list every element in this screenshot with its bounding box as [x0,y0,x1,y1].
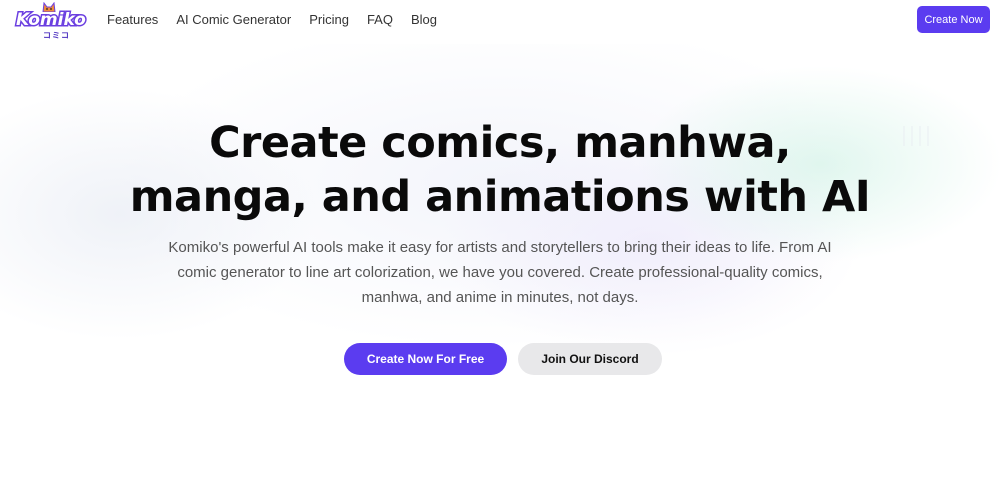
nav-link-features[interactable]: Features [107,12,158,28]
nav-link-ai-comic-generator[interactable]: AI Comic Generator [176,12,291,28]
create-now-button[interactable]: Create Now [917,6,990,33]
hero-title: Create comics, manhwa, manga, and animat… [0,116,1000,224]
top-navigation-bar: Komiko コミコ Features AI Comic Generator P… [0,0,1000,44]
hero-section: Create comics, manhwa, manga, and animat… [0,44,1000,499]
hero-title-line-2: manga, and animations with AI [129,172,871,222]
hero-title-line-1: Create comics, manhwa, [209,118,791,168]
join-discord-button[interactable]: Join Our Discord [518,343,662,375]
nav-link-pricing[interactable]: Pricing [309,12,349,28]
logo-subtitle: コミコ [43,31,70,40]
hero-subtitle: Komiko's powerful AI tools make it easy … [168,239,832,306]
logo-wordmark: Komiko [15,9,88,32]
komiko-logo[interactable]: Komiko コミコ [15,2,90,40]
create-now-for-free-button[interactable]: Create Now For Free [344,343,507,375]
nav-link-faq[interactable]: FAQ [367,12,393,28]
main-nav: Features AI Comic Generator Pricing FAQ … [107,12,455,28]
hero-button-group: Create Now For Free Join Our Discord [0,343,1000,375]
nav-link-blog[interactable]: Blog [411,12,437,28]
